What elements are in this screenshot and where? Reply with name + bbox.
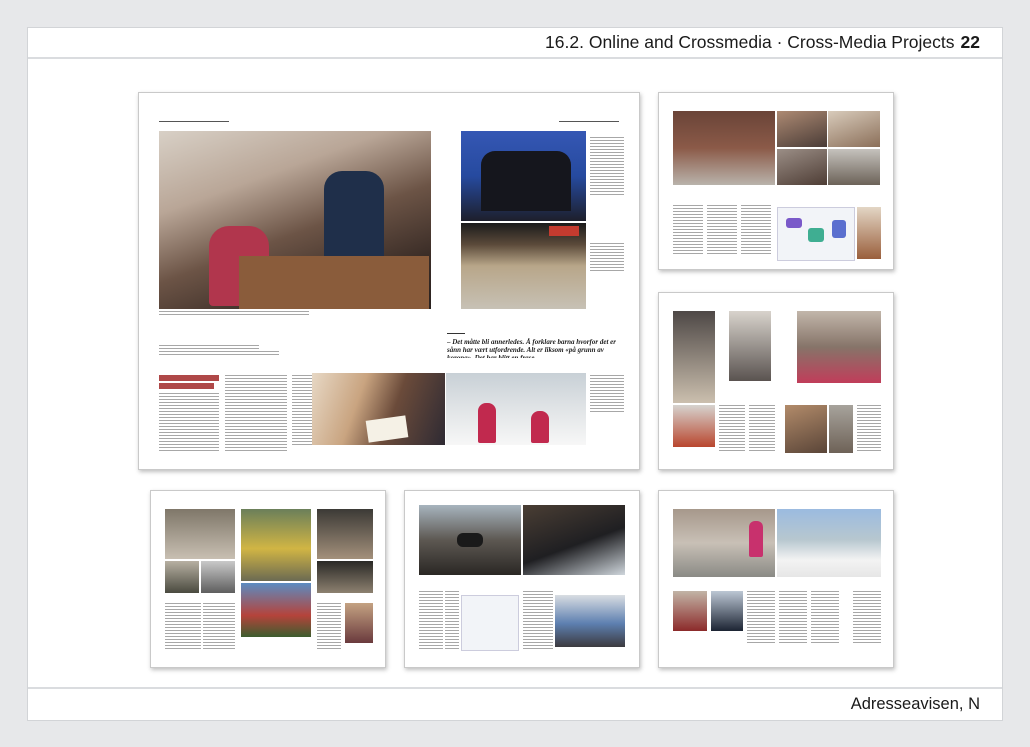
photo-store bbox=[461, 223, 586, 309]
photo-yard bbox=[829, 405, 853, 453]
headline-red-2 bbox=[159, 383, 214, 389]
chat-screens bbox=[777, 207, 855, 261]
text-bot-mid-2 bbox=[445, 591, 459, 649]
caption-kitchen bbox=[159, 311, 309, 317]
photo-handshake-people bbox=[481, 151, 571, 211]
photo-snow-kids bbox=[446, 373, 586, 445]
photo-family-top bbox=[777, 111, 827, 147]
photo-kitchen bbox=[159, 131, 431, 309]
page-frame: 16.2. Online and Crossmedia · Cross-Medi… bbox=[27, 27, 1003, 721]
chat-bubble-3 bbox=[832, 220, 846, 238]
sidebar-text-3 bbox=[590, 375, 624, 413]
sidebar-text-1 bbox=[590, 137, 624, 195]
photo-snow-park bbox=[777, 509, 881, 577]
photo-mask bbox=[457, 533, 483, 547]
photo-brick-building bbox=[673, 111, 775, 185]
photo-red-figures bbox=[241, 583, 311, 637]
spread-bottom-middle bbox=[404, 490, 640, 668]
byline-2 bbox=[159, 351, 279, 355]
photo-girl-pink bbox=[797, 311, 881, 383]
text-bot-right-1 bbox=[747, 591, 775, 645]
photo-boy-red bbox=[673, 591, 707, 631]
text-mid-right-1 bbox=[719, 405, 745, 453]
photo-kitchen-top bbox=[828, 111, 880, 147]
credit-line: Adresseavisen, N bbox=[850, 695, 980, 713]
photo-outdoor-top bbox=[828, 149, 880, 185]
phone-screens bbox=[461, 595, 519, 651]
photo-kids-play bbox=[777, 149, 827, 185]
photo-gravel bbox=[165, 561, 199, 593]
photo-people-market bbox=[345, 603, 373, 643]
spread-top-right bbox=[658, 92, 894, 270]
spread-middle-right bbox=[658, 292, 894, 470]
photo-handshake bbox=[461, 131, 586, 221]
text-bot-left-2 bbox=[203, 603, 235, 651]
photo-woman-sitting bbox=[673, 311, 715, 403]
photo-food bbox=[857, 207, 881, 259]
photo-masked-person bbox=[419, 505, 521, 575]
photo-home-office bbox=[523, 505, 625, 575]
photo-snow-kid-2 bbox=[531, 411, 549, 443]
text-bot-right-2 bbox=[779, 591, 807, 645]
photo-kitchen-table bbox=[239, 256, 429, 309]
page-number: 22 bbox=[960, 32, 980, 52]
text-bot-right-3 bbox=[811, 591, 839, 645]
spread-bottom-left bbox=[150, 490, 386, 668]
pull-quote: – Det måtte bli annerledes. Å forklare b… bbox=[447, 338, 616, 358]
photo-ambulance bbox=[673, 405, 715, 447]
photo-kitchen-man bbox=[324, 171, 384, 261]
page-header: 16.2. Online and Crossmedia · Cross-Medi… bbox=[28, 28, 1002, 59]
headline-red bbox=[159, 375, 219, 381]
photo-sign bbox=[201, 561, 235, 593]
spread-bottom-right bbox=[658, 490, 894, 668]
text-bot-left-1 bbox=[165, 603, 201, 651]
text-mid-right-3 bbox=[857, 405, 881, 453]
photo-kids-floor bbox=[785, 405, 827, 453]
body-col-1 bbox=[159, 393, 219, 453]
spread-main: – Det måtte bli annerledes. Å forklare b… bbox=[138, 92, 640, 470]
running-head-left bbox=[159, 121, 229, 122]
photo-snow-kid-1 bbox=[478, 403, 496, 443]
section-title: 16.2. Online and Crossmedia · Cross-Medi… bbox=[545, 32, 955, 52]
photo-playground-kid bbox=[749, 521, 763, 557]
photo-yellow-car bbox=[241, 509, 311, 581]
photo-mother-baby bbox=[729, 311, 771, 381]
text-bot-mid-1 bbox=[419, 591, 443, 649]
text-top-right-3 bbox=[741, 205, 771, 255]
photo-store-interior bbox=[317, 509, 373, 559]
text-bot-left-3 bbox=[317, 603, 341, 651]
chat-bubble-1 bbox=[786, 218, 802, 228]
quote-rule bbox=[447, 333, 465, 334]
photo-health-workers bbox=[555, 595, 625, 647]
photo-kids-paper bbox=[365, 415, 409, 443]
text-mid-right-2 bbox=[749, 405, 775, 453]
photo-playground bbox=[673, 509, 775, 577]
byline-1 bbox=[159, 345, 259, 349]
photo-shop-shelves bbox=[317, 561, 373, 593]
photo-politician bbox=[711, 591, 743, 631]
page-footer: Adresseavisen, N bbox=[28, 687, 1002, 720]
photo-kids-drawing bbox=[312, 373, 445, 445]
text-top-right-1 bbox=[673, 205, 703, 255]
body-col-2 bbox=[225, 375, 287, 453]
chat-bubble-2 bbox=[808, 228, 824, 242]
sidebar-text-2 bbox=[590, 243, 624, 273]
text-top-right-2 bbox=[707, 205, 737, 255]
photo-street bbox=[165, 509, 235, 559]
photo-store-sign bbox=[549, 226, 579, 236]
text-bot-mid-3 bbox=[523, 591, 553, 649]
running-head-right bbox=[559, 121, 619, 122]
text-bot-right-4 bbox=[853, 591, 881, 645]
